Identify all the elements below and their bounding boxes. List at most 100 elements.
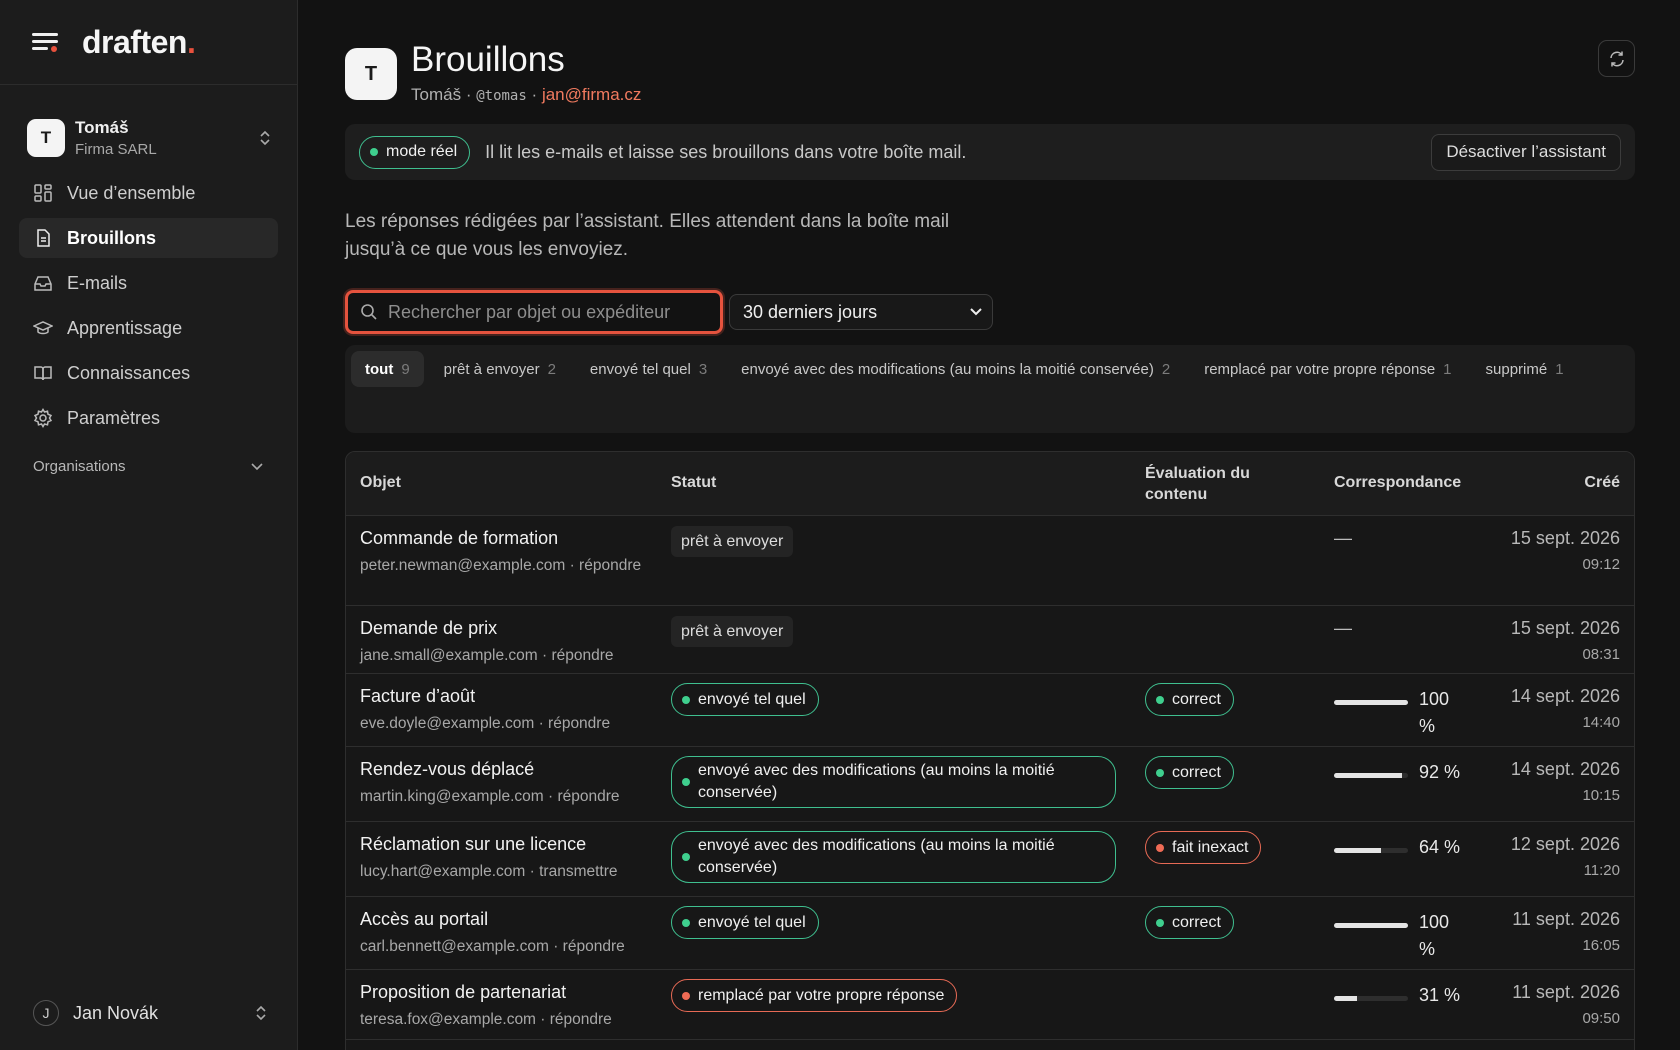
table-row[interactable]: Rendez-vous déplacé martin.king@example.… [346, 747, 1634, 822]
row-subject[interactable]: Commande de formation [360, 528, 650, 549]
row-time: 08:31 [1582, 646, 1620, 663]
status-badge: envoyé tel quel [671, 683, 819, 716]
organisations-label: Organisations [33, 458, 126, 475]
period-select[interactable]: 30 derniers jours [729, 294, 993, 330]
sidebar-item-label: Vue d’ensemble [67, 182, 196, 203]
match-percent: 31 % [1419, 985, 1461, 1005]
search-icon [361, 304, 377, 320]
filter-tab-label: remplacé par votre propre réponse [1204, 360, 1436, 378]
col-status[interactable]: Statut [671, 474, 1131, 492]
col-evaluation[interactable]: Évaluation du contenu [1145, 463, 1265, 505]
sidebar-item-settings[interactable]: Paramètres [19, 398, 278, 438]
row-subject[interactable]: Proposition de partenariat [360, 982, 650, 1003]
sidebar-item-drafts[interactable]: Brouillons [19, 218, 278, 258]
owner-email[interactable]: jan@firma.cz [542, 85, 641, 104]
row-date: 15 sept. 2026 [1510, 618, 1620, 638]
table-row[interactable]: Facture d’août eve.doyle@example.com · r… [346, 674, 1634, 747]
status-badge: envoyé avec des modifications (au moins … [671, 756, 1116, 808]
user-menu[interactable]: J Jan Novák [33, 1000, 268, 1026]
user-name: Jan Novák [73, 1002, 159, 1023]
row-sender: peter.newman@example.com · répondre [360, 557, 642, 574]
col-subject[interactable]: Objet [360, 474, 650, 492]
inbox-icon [34, 276, 52, 291]
account-name: Tomáš [75, 118, 129, 137]
disable-assistant-button[interactable]: Désactiver l’assistant [1431, 133, 1621, 171]
filter-tab[interactable]: supprimé 1 [1472, 351, 1578, 387]
filter-tab[interactable]: tout 9 [351, 351, 424, 387]
sidebar-item-label: Brouillons [67, 227, 156, 248]
sidebar-item-learning[interactable]: Apprentissage [19, 308, 278, 348]
page-avatar: T [345, 48, 397, 100]
filter-tab-label: prêt à envoyer [443, 360, 540, 378]
filter-tab-label: supprimé [1485, 360, 1548, 378]
refresh-button[interactable] [1598, 40, 1635, 77]
match-bar [1334, 848, 1408, 853]
document-icon [37, 229, 50, 247]
match-percent: 100 % [1419, 689, 1450, 736]
search-box[interactable] [345, 290, 723, 334]
filter-tab[interactable]: envoyé avec des modifications (au moins … [727, 351, 1184, 387]
evaluation-badge: correct [1145, 756, 1234, 789]
account-switcher[interactable]: T Tomáš Firma SARL [27, 115, 272, 161]
account-org: Firma SARL [75, 141, 157, 158]
filter-tab-label: envoyé tel quel [589, 360, 691, 378]
row-subject[interactable]: Accès au portail [360, 909, 650, 930]
row-time: 11:20 [1583, 862, 1620, 879]
row-subject[interactable]: Rendez-vous déplacé [360, 759, 650, 780]
sidebar-item-knowledge[interactable]: Connaissances [19, 353, 278, 393]
row-time: 09:50 [1582, 1010, 1620, 1027]
chevron-down-icon [970, 308, 982, 316]
table-row[interactable]: Réclamation sur une licence lucy.hart@ex… [346, 822, 1634, 897]
table-row[interactable]: Commande de formation peter.newman@examp… [346, 516, 1634, 606]
filter-tab[interactable]: prêt à envoyer 2 [430, 351, 570, 387]
page-description: Les réponses rédigées par l’assistant. E… [345, 211, 950, 260]
status-badge: envoyé avec des modifications (au moins … [671, 831, 1116, 883]
mode-badge: mode réel [359, 135, 471, 169]
row-date: 14 sept. 2026 [1510, 759, 1620, 779]
page-header: T Brouillons Tomáš · @tomas · jan@firma.… [345, 40, 1635, 110]
page-title: Brouillons [411, 40, 565, 79]
table-row[interactable]: Proposition de partenariat teresa.fox@ex… [346, 970, 1634, 1040]
menu-icon[interactable] [32, 31, 60, 53]
owner-handle: @tomas [476, 88, 527, 104]
row-subject[interactable]: Réclamation sur une licence [360, 834, 650, 855]
search-input[interactable] [388, 301, 708, 323]
assistant-mode-banner: mode réel Il lit les e-mails et laisse s… [345, 124, 1635, 180]
book-icon [34, 366, 52, 381]
row-sender: lucy.hart@example.com · transmettre [360, 863, 618, 880]
brand-bar: draften. [0, 0, 297, 85]
match-percent: 92 % [1419, 762, 1461, 782]
banner-text: Il lit les e-mails et laisse ses brouill… [485, 141, 967, 162]
table-row[interactable]: Accès au portail carl.bennett@example.co… [346, 897, 1634, 970]
row-subject[interactable]: Facture d’août [360, 686, 650, 707]
sidebar-item-label: Apprentissage [67, 317, 183, 338]
status-badge: prêt à envoyer [671, 616, 794, 647]
status-badge: prêt à envoyer [671, 526, 794, 557]
sidebar: draften. T Tomáš Firma SARL Vue d’ensemb… [0, 0, 298, 1050]
table-header: Objet Statut Évaluation du contenu Corre… [346, 452, 1634, 516]
match-bar [1334, 700, 1408, 705]
row-time: 10:15 [1582, 787, 1620, 804]
row-date: 12 sept. 2026 [1510, 834, 1620, 854]
match-percent: 64 % [1419, 837, 1461, 857]
filter-tab-count: 9 [401, 360, 410, 378]
sidebar-item-emails[interactable]: E-mails [19, 263, 278, 303]
filter-tab[interactable]: envoyé tel quel 3 [576, 351, 721, 387]
row-subject[interactable]: Demande de prix [360, 618, 650, 639]
owner-name: Tomáš [411, 85, 462, 104]
account-avatar: T [27, 119, 65, 157]
drafts-table: Objet Statut Évaluation du contenu Corre… [345, 451, 1635, 1050]
user-avatar: J [33, 1000, 59, 1026]
organisations-toggle[interactable]: Organisations [33, 458, 263, 475]
filter-tab[interactable]: remplacé par votre propre réponse 1 [1190, 351, 1465, 387]
table-row[interactable]: Demande de prix jane.small@example.com ·… [346, 606, 1634, 674]
col-created[interactable]: Créé [1470, 474, 1620, 492]
status-badge: remplacé par votre propre réponse [671, 979, 958, 1012]
row-date: 11 sept. 2026 [1512, 982, 1620, 1002]
filter-tab-count: 2 [547, 360, 556, 378]
match-empty: — [1334, 528, 1352, 548]
sidebar-item-overview[interactable]: Vue d’ensemble [19, 173, 278, 213]
row-sender: jane.small@example.com · répondre [360, 647, 614, 664]
match-percent: 100 % [1419, 912, 1450, 959]
filter-tab-count: 1 [1443, 360, 1452, 378]
